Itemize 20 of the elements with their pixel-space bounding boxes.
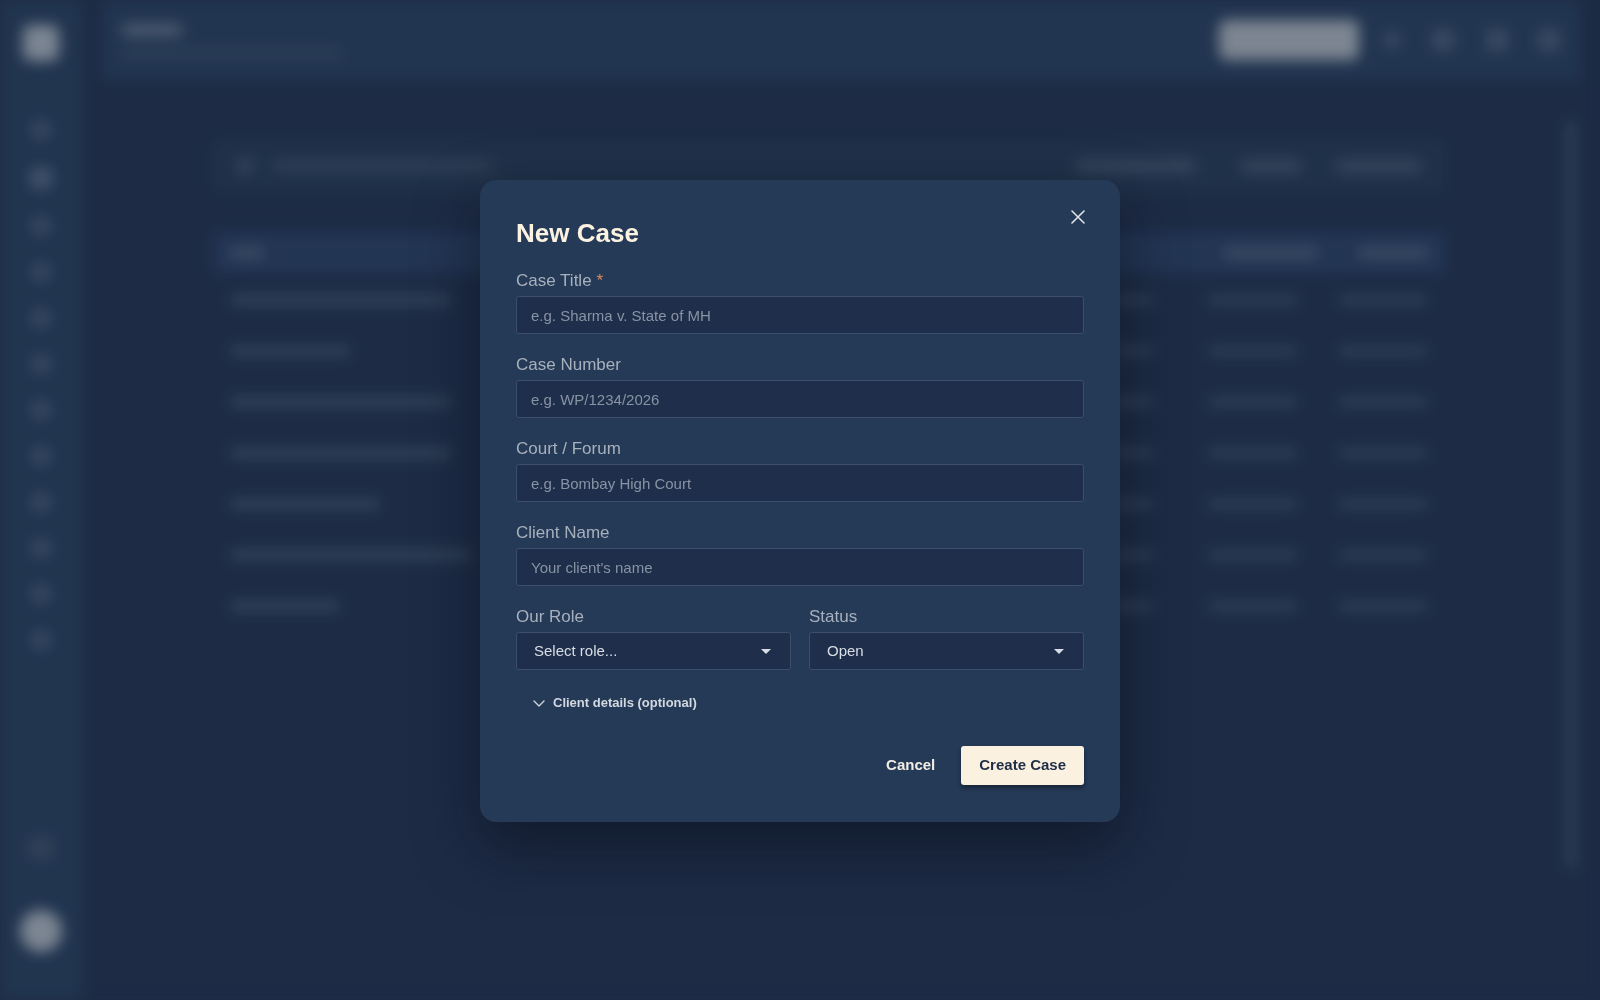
caret-down-icon — [1054, 648, 1064, 654]
field-label: Case Number — [516, 355, 621, 375]
cancel-button[interactable]: Cancel — [874, 746, 948, 785]
text-input-field[interactable]: e.g. Bombay High Court — [516, 464, 1084, 502]
dropdown-select[interactable]: Select role... — [516, 632, 791, 670]
create-case-button[interactable]: Create Case — [961, 746, 1084, 785]
field-label: Client Name — [516, 523, 610, 543]
collapsible-section-toggle[interactable]: Client details (optional) — [533, 693, 697, 713]
caret-down-icon — [761, 648, 771, 654]
dropdown-select[interactable]: Open — [809, 632, 1084, 670]
text-input-field[interactable]: e.g. Sharma v. State of MH — [516, 296, 1084, 334]
required-asterisk: * — [596, 271, 604, 291]
close-icon — [1071, 210, 1085, 224]
field-label: Status — [809, 607, 858, 627]
text-input-field[interactable]: e.g. WP/1234/2026 — [516, 380, 1084, 418]
dialog-title: New Case — [516, 217, 639, 249]
text-input-field[interactable]: Your client's name — [516, 548, 1084, 586]
field-label: Court / Forum — [516, 439, 621, 459]
field-label: Our Role — [516, 607, 585, 627]
field-label: Case Title — [516, 271, 592, 291]
